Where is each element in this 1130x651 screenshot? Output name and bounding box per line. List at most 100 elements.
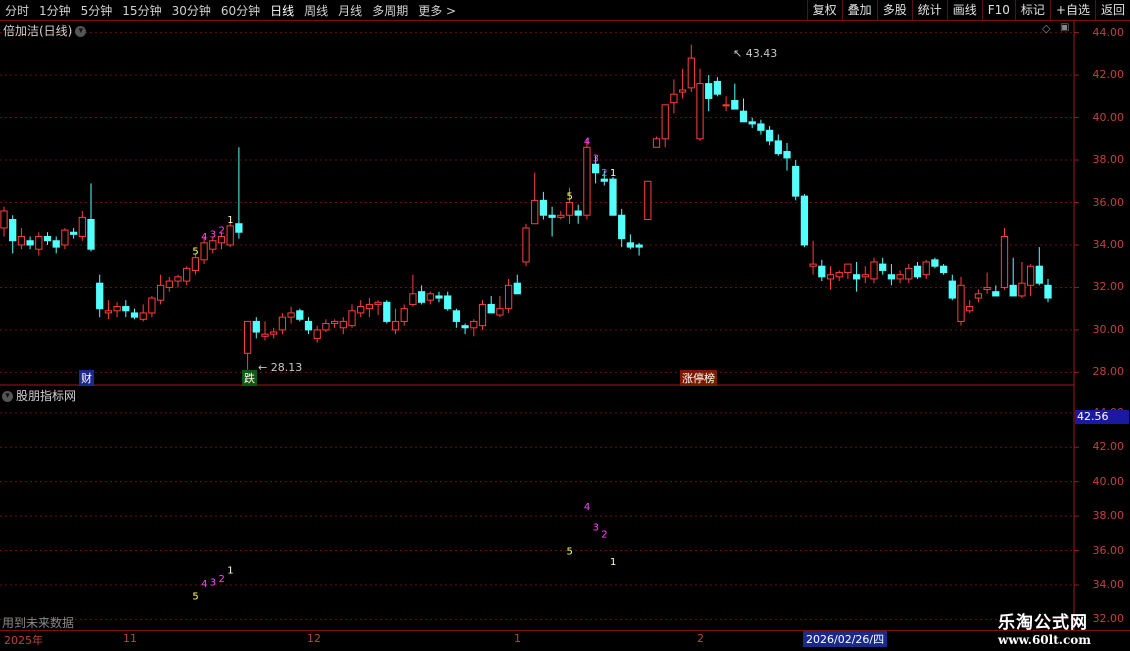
indicator-signal-label: 4 [584,502,590,513]
candle-body [670,93,678,104]
candle-body [504,284,513,310]
candle-body [565,202,574,216]
candle-body [87,218,95,250]
candle-body [470,320,478,329]
signal-label: 4 [201,232,207,243]
indicator-signal-label: 1 [610,557,616,568]
candle-body [400,308,408,322]
indicator-signal-label: 2 [219,574,225,585]
candle-body [200,242,208,261]
candle-body [826,274,835,280]
candle-body [35,235,43,250]
indicator-name: 股朋指标网 [16,389,77,403]
candle-body [705,83,713,99]
timeline-label: 1 [514,632,521,645]
candle-body [17,235,26,246]
candle-body [800,195,809,246]
candle-body [313,329,321,339]
candle-body [383,301,391,322]
candle-body [974,293,983,299]
main-panel-title: 倍加洁(日线) ▾ [3,22,87,39]
candle-body [78,216,86,237]
y-tick-label: 32.00 [1092,612,1125,626]
candle-body [835,272,843,278]
candle-body [374,301,382,305]
diamond-icon[interactable]: ◇ [1042,22,1050,35]
candle-body [409,293,417,305]
chevron-down-icon[interactable]: ▾ [2,391,13,402]
candle-body [296,310,304,320]
signal-label: 5 [192,247,198,258]
candlestick-chart[interactable]: 55443322115544332211 [0,0,1130,650]
candle-body [687,57,695,89]
candle-body [435,295,443,299]
limit-up-list-tag[interactable]: 涨停榜 [680,370,717,386]
current-value-box: 42.56 [1075,410,1129,424]
candle-body [261,333,269,337]
candle-body [209,240,217,250]
chevron-down-icon[interactable]: ▾ [75,26,87,37]
candle-body [113,306,121,312]
financial-report-tag[interactable]: 财 [79,370,94,386]
candle-body [391,320,400,331]
candle-body [1035,265,1043,284]
candle-body [513,282,521,295]
signal-label: 3 [210,230,216,241]
timeline-label: 2025年 [4,634,43,647]
candle-body [774,140,782,155]
candle-body [278,316,287,331]
candle-body [365,303,374,310]
candle-body [739,110,748,123]
indicator-signal-label: 1 [227,565,233,576]
candle-body [844,263,852,274]
watermark: 乐淘公式网 www.60lt.com [998,608,1091,647]
candle-body [861,274,869,278]
candle-body [496,308,504,316]
candle-body [957,284,965,322]
candle-body [678,89,687,93]
candle-body [1000,235,1009,288]
indicator-signal-label: 4 [201,579,207,590]
timeline-label: 11 [123,632,137,645]
candle-body [644,180,652,220]
candle-body [444,295,452,310]
candle-body [304,320,313,331]
low-price-label: ← 28.13 [258,361,303,374]
candle-body [9,218,17,242]
candle-body [609,178,617,216]
candle-body [96,282,104,310]
candle-body [557,214,565,218]
candle-body [287,312,295,318]
selected-date: 2026/02/26/四 [803,631,888,647]
indicator-signal-label: 5 [192,591,198,602]
watermark-url: www.60lt.com [998,633,1091,647]
candle-body [966,306,974,312]
high-price-label: ↖ 43.43 [733,47,778,60]
timeline-label: 2 [697,632,704,645]
candle-body [652,138,661,148]
timeline-axis[interactable]: 2025年 11 12 1 2 [0,630,1130,651]
future-data-note: 用到未来数据 [2,616,75,630]
signal-label: 2 [601,168,607,179]
candle-body [870,261,878,280]
y-tick-label: 34.00 [1092,577,1125,591]
candle-body [618,214,626,240]
candle-body [148,297,156,314]
candle-body [1026,265,1035,286]
candle-body [1009,284,1017,297]
stock-title: 倍加洁(日线) [3,24,73,38]
drop-tag[interactable]: 跌 [242,370,257,386]
y-tick-label: 40.00 [1092,474,1125,488]
panel-toggle-icon[interactable]: ▣ [1060,22,1069,33]
candle-body [478,303,487,327]
candle-body [130,312,139,318]
candle-body [522,227,530,263]
candle-body [539,199,548,216]
candle-body [243,320,252,354]
candle-body [713,80,722,95]
signal-label: 3 [593,153,599,164]
candle-body [531,199,539,225]
y-tick-label: 42.00 [1092,440,1125,454]
indicator-signal-label: 3 [593,522,599,533]
sub-y-axis: 44.0042.0040.0038.0036.0034.0032.00 [1074,0,1130,630]
